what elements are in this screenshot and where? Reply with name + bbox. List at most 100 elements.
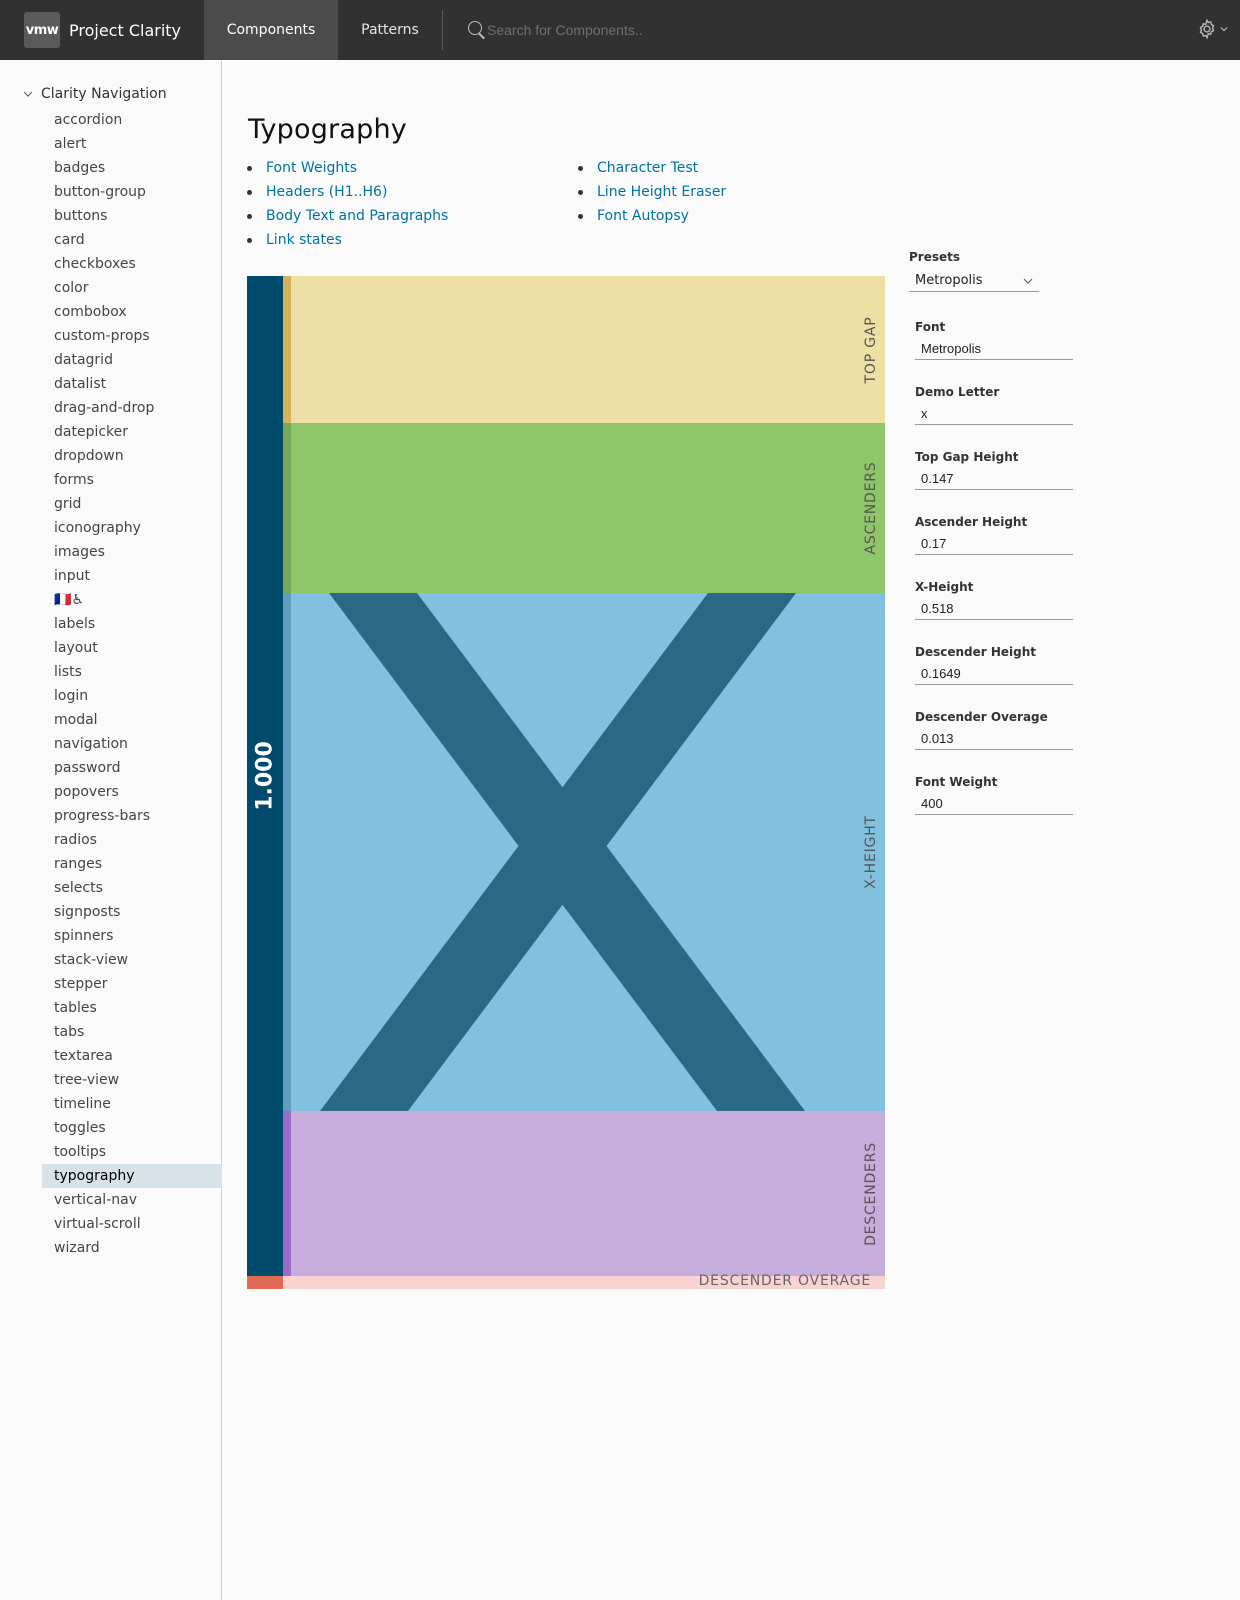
brand[interactable]: vmw Project Clarity: [0, 0, 204, 60]
sidebar-item-custom-props[interactable]: custom-props: [42, 324, 222, 348]
sidebar-item-alert[interactable]: alert: [42, 132, 222, 156]
sidebar-item-combobox[interactable]: combobox: [42, 300, 222, 324]
settings-menu[interactable]: [1196, 18, 1228, 40]
sidebar-item-ranges[interactable]: ranges: [42, 852, 222, 876]
sidebar-item-iconography[interactable]: iconography: [42, 516, 222, 540]
chevron-down-icon: [23, 91, 33, 97]
sidebar-item-tables[interactable]: tables: [42, 996, 222, 1020]
sidebar-item-color[interactable]: color: [42, 276, 222, 300]
sidebar-item-button-group[interactable]: button-group: [42, 180, 222, 204]
sidebar-item-popovers[interactable]: popovers: [42, 780, 222, 804]
descenders-band: DESCENDERS: [283, 1111, 885, 1276]
chevron-down-icon: [1220, 27, 1228, 32]
sidebar: Clarity Navigation accordion alert badges b…: [0, 60, 222, 1600]
descender-height-field: Descender Height: [915, 645, 1073, 685]
sidebar-item-stack-view[interactable]: stack-view: [42, 948, 222, 972]
toc-link[interactable]: Font Weights: [247, 156, 448, 180]
metrics-form: Presets Metropolis Font Demo Letter Top Ga…: [909, 250, 1109, 815]
sidebar-item-layout[interactable]: layout: [42, 636, 222, 660]
sidebar-item-buttons[interactable]: buttons: [42, 204, 222, 228]
sidebar-item-lists[interactable]: lists: [42, 660, 222, 684]
toc-link[interactable]: Line Height Eraser: [578, 180, 726, 204]
sidebar-item-wizard[interactable]: wizard: [42, 1236, 222, 1260]
sidebar-item-timeline[interactable]: timeline: [42, 1092, 222, 1116]
sidebar-item-datalist[interactable]: datalist: [42, 372, 222, 396]
sidebar-item-card[interactable]: card: [42, 228, 222, 252]
sidebar-item-spinners[interactable]: spinners: [42, 924, 222, 948]
vmw-logo: vmw: [24, 12, 60, 48]
sidebar-item-login[interactable]: login: [42, 684, 222, 708]
font-weight-label: Font Weight: [915, 775, 998, 789]
search-box[interactable]: [467, 0, 787, 60]
sidebar-item-modal[interactable]: modal: [42, 708, 222, 732]
sidebar-item-selects[interactable]: selects: [42, 876, 222, 900]
sidebar-item-datagrid[interactable]: datagrid: [42, 348, 222, 372]
sidebar-item-typography[interactable]: typography: [42, 1164, 222, 1188]
search-input[interactable]: [487, 22, 787, 38]
ascenders-label: ASCENDERS: [863, 461, 879, 555]
sidebar-item-images[interactable]: images: [42, 540, 222, 564]
demo-letter-glyph: [320, 593, 805, 1111]
sidebar-item-vertical-nav[interactable]: vertical-nav: [42, 1188, 222, 1212]
sidebar-group-toggle[interactable]: Clarity Navigation: [23, 86, 167, 102]
sidebar-item-drag-and-drop[interactable]: drag-and-drop: [42, 396, 222, 420]
sidebar-item-datepicker[interactable]: datepicker: [42, 420, 222, 444]
toc-link[interactable]: Headers (H1..H6): [247, 180, 448, 204]
descenders-edge: [283, 1111, 291, 1276]
descender-height-label: Descender Height: [915, 645, 1037, 659]
sidebar-item-password[interactable]: password: [42, 756, 222, 780]
ascenders-edge: [283, 423, 291, 593]
sidebar-item-grid[interactable]: grid: [42, 492, 222, 516]
top-gap-height-input[interactable]: [915, 468, 1073, 490]
font-field: Font: [915, 320, 1073, 360]
top-gap-band: TOP GAP: [283, 276, 885, 423]
chevron-down-icon: [1023, 278, 1033, 284]
sidebar-item-virtual-scroll[interactable]: virtual-scroll: [42, 1212, 222, 1236]
toc-link[interactable]: Character Test: [578, 156, 726, 180]
sidebar-item-flags[interactable]: 🇫🇷♿: [42, 588, 222, 612]
sidebar-item-navigation[interactable]: navigation: [42, 732, 222, 756]
descender-overage-marker: [247, 1276, 283, 1289]
sidebar-item-badges[interactable]: badges: [42, 156, 222, 180]
sidebar-item-dropdown[interactable]: dropdown: [42, 444, 222, 468]
presets-label: Presets: [909, 250, 961, 264]
demo-letter-input[interactable]: [915, 403, 1073, 425]
top-gap-height-field: Top Gap Height: [915, 450, 1073, 490]
sidebar-item-textarea[interactable]: textarea: [42, 1044, 222, 1068]
sidebar-item-tree-view[interactable]: tree-view: [42, 1068, 222, 1092]
toc-link[interactable]: Link states: [247, 228, 448, 252]
gear-icon: [1199, 18, 1215, 40]
x-height-input[interactable]: [915, 598, 1073, 620]
sidebar-item-stepper[interactable]: stepper: [42, 972, 222, 996]
top-header: vmw Project Clarity Components Patterns: [0, 0, 1240, 60]
ascender-height-label: Ascender Height: [915, 515, 1028, 529]
sidebar-item-accordion[interactable]: accordion: [42, 108, 222, 132]
descenders-label: DESCENDERS: [863, 1141, 879, 1246]
descender-overage-label: Descender Overage: [915, 710, 1048, 724]
presets-select[interactable]: Metropolis: [909, 270, 1039, 292]
sidebar-item-toggles[interactable]: toggles: [42, 1116, 222, 1140]
presets-value: Metropolis: [915, 273, 983, 288]
sidebar-item-labels[interactable]: labels: [42, 612, 222, 636]
main-content: Typography Font Weights Headers (H1..H6) B…: [222, 60, 1240, 1600]
descender-height-input[interactable]: [915, 663, 1073, 685]
x-height-label: X-Height: [915, 580, 974, 594]
sidebar-item-progress-bars[interactable]: progress-bars: [42, 804, 222, 828]
toc-link[interactable]: Font Autopsy: [578, 204, 726, 228]
sidebar-item-forms[interactable]: forms: [42, 468, 222, 492]
tab-components[interactable]: Components: [204, 0, 338, 60]
presets-field: Presets Metropolis: [909, 250, 1109, 292]
sidebar-item-signposts[interactable]: signposts: [42, 900, 222, 924]
font-input[interactable]: [915, 338, 1073, 360]
brand-title: Project Clarity: [69, 20, 182, 40]
sidebar-item-tooltips[interactable]: tooltips: [42, 1140, 222, 1164]
ascender-height-input[interactable]: [915, 533, 1073, 555]
font-weight-input[interactable]: [915, 793, 1073, 815]
sidebar-item-tabs[interactable]: tabs: [42, 1020, 222, 1044]
descender-overage-input[interactable]: [915, 728, 1073, 750]
sidebar-item-radios[interactable]: radios: [42, 828, 222, 852]
sidebar-item-checkboxes[interactable]: checkboxes: [42, 252, 222, 276]
tab-patterns[interactable]: Patterns: [338, 0, 442, 60]
toc-link[interactable]: Body Text and Paragraphs: [247, 204, 448, 228]
sidebar-item-input[interactable]: input: [42, 564, 222, 588]
